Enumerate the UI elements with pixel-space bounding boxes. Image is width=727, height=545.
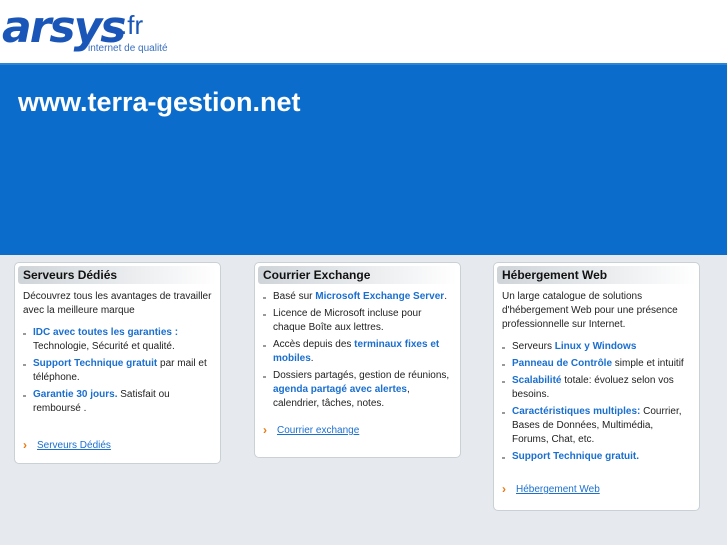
card-intro: Découvrez tous les avantages de travaill… xyxy=(23,291,212,316)
list-item: Accès depuis des terminaux fixes et mobi… xyxy=(263,338,452,366)
card-title: Courrier Exchange xyxy=(258,266,457,284)
card-courrier-exchange: Courrier Exchange Basé sur Microsoft Exc… xyxy=(254,262,461,458)
item-bold: Support Technique gratuit xyxy=(33,358,158,369)
list-item: Dossiers partagés, gestion de réunions, … xyxy=(263,369,452,411)
card-title: Serveurs Dédiés xyxy=(18,266,217,284)
item-bold: Linux y Windows xyxy=(554,341,637,352)
list-item: Caractéristiques multiples: Courrier, Ba… xyxy=(502,405,691,447)
domain-title: www.terra-gestion.net xyxy=(18,87,301,117)
item-bold: IDC avec toutes les garanties : xyxy=(33,327,179,338)
logo-tagline: internet de qualité xyxy=(88,43,168,54)
logo-tld: .fr xyxy=(120,10,144,40)
item-text: Accès depuis des xyxy=(273,339,355,350)
card-hebergement-web: Hébergement Web Un large catalogue de so… xyxy=(493,262,700,511)
item-text: . xyxy=(444,291,447,302)
arsys-logo[interactable]: arsys .fr internet de qualité xyxy=(2,2,168,54)
list-item: Support Technique gratuit par mail et té… xyxy=(23,357,212,385)
list-item: Licence de Microsoft incluse pour chaque… xyxy=(263,307,452,335)
item-bold: Caractéristiques multiples: xyxy=(512,406,641,417)
hero-banner: www.terra-gestion.net xyxy=(0,63,727,255)
courrier-exchange-link[interactable]: Courrier exchange xyxy=(277,425,359,436)
list-item: Serveurs Linux y Windows xyxy=(502,340,691,354)
item-bold: Microsoft Exchange Server xyxy=(315,291,445,302)
item-bold: Panneau de Contrôle xyxy=(512,358,613,369)
more-link-row: Hébergement Web xyxy=(502,482,691,496)
list-item: Panneau de Contrôle simple et intuitif xyxy=(502,357,691,371)
card-title: Hébergement Web xyxy=(497,266,696,284)
item-text: . xyxy=(310,353,314,364)
item-bold: Garantie 30 jours. xyxy=(33,389,118,400)
more-link-row: Courrier exchange xyxy=(263,423,452,437)
item-text: Serveurs xyxy=(512,341,555,352)
list-item: Scalabilité totale: évoluez selon vos be… xyxy=(502,374,691,402)
item-text: Technologie, Sécurité et qualité. xyxy=(33,341,175,352)
item-text: Licence de Microsoft incluse pour chaque… xyxy=(273,308,422,333)
item-bold: Support Technique gratuit. xyxy=(512,451,640,462)
list-item: Garantie 30 jours. Satisfait ou rembours… xyxy=(23,388,212,416)
item-text: simple et intuitif xyxy=(612,358,684,369)
more-link-row: Serveurs Dédiés xyxy=(23,438,212,452)
list-item: IDC avec toutes les garanties : Technolo… xyxy=(23,326,212,354)
serveurs-dedies-link[interactable]: Serveurs Dédiés xyxy=(37,440,111,451)
item-bold: agenda partagé avec alertes xyxy=(273,384,407,395)
list-item: Support Technique gratuit. xyxy=(502,450,691,464)
list-item: Basé sur Microsoft Exchange Server. xyxy=(263,290,452,304)
card-intro: Un large catalogue de solutions d'héberg… xyxy=(502,291,678,330)
top-bar: arsys .fr internet de qualité xyxy=(0,0,727,63)
item-text: Basé sur xyxy=(273,291,316,302)
item-text: Dossiers partagés, gestion de réunions, xyxy=(273,370,450,381)
item-bold: Scalabilité xyxy=(512,375,562,386)
hebergement-web-link[interactable]: Hébergement Web xyxy=(516,484,600,495)
card-serveurs-dedies: Serveurs Dédiés Découvrez tous les avant… xyxy=(14,262,221,464)
